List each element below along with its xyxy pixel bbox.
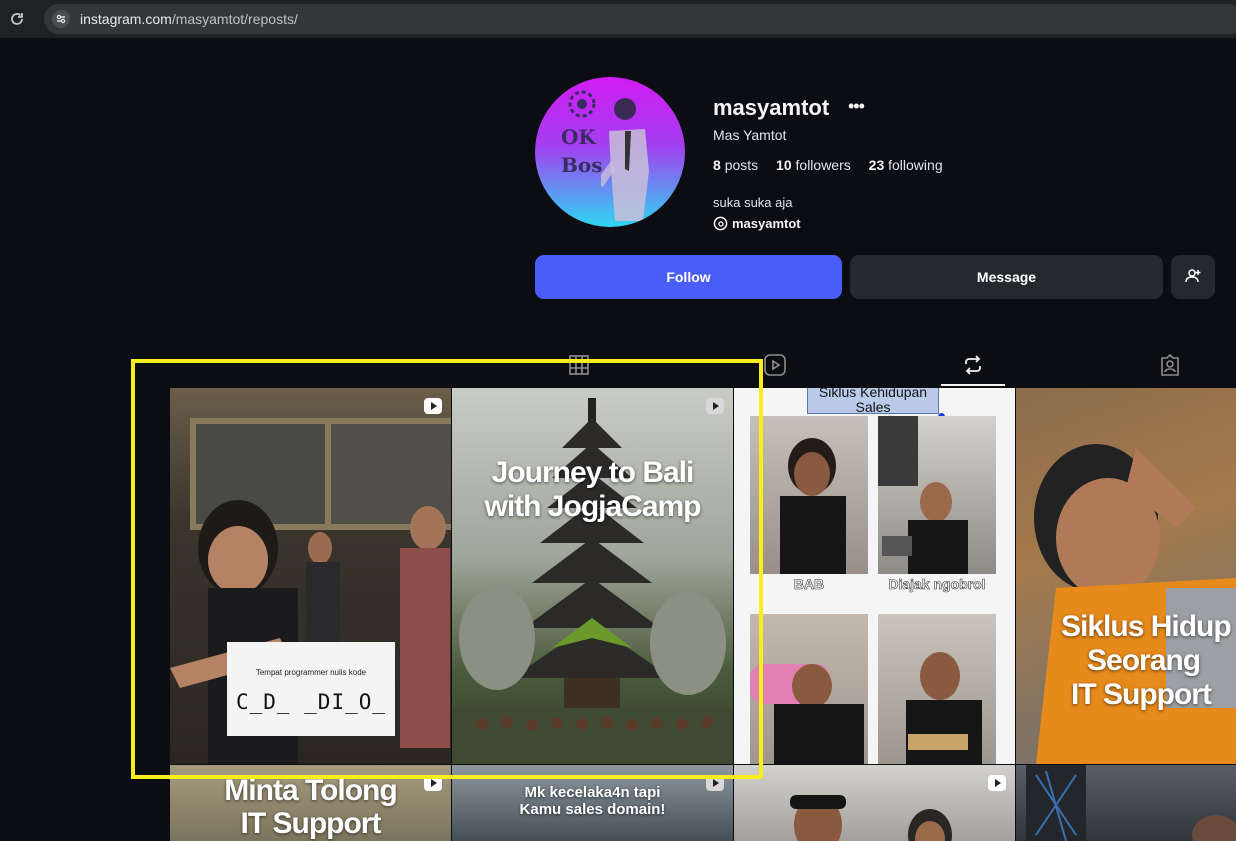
followers-stat[interactable]: 10 followers <box>776 157 851 173</box>
post-thumbnail-7[interactable] <box>734 765 1015 841</box>
url-path: /masyamtot/reposts/ <box>171 11 298 27</box>
post-thumbnail-4[interactable]: Siklus Hidup Seorang IT Support <box>1016 388 1236 764</box>
reel-indicator-icon <box>424 775 442 791</box>
post-thumbnail-3[interactable]: Siklus Kehidupan Sales BAB Diajak ngobro… <box>734 388 1015 764</box>
posts-grid: Tempat programmer nulis kode C_D_ _DI_O_ <box>170 388 1236 841</box>
message-button[interactable]: Message <box>850 255 1163 299</box>
photo-panel-2 <box>878 416 996 574</box>
post-title-line2: IT Support <box>240 807 382 840</box>
two-people-photo <box>790 795 952 841</box>
posts-count: 8 <box>713 157 721 173</box>
caption-big: C_D_ _DI_O_ <box>235 690 387 714</box>
reels-icon <box>764 354 786 376</box>
threads-handle: masyamtot <box>732 216 801 231</box>
avatar-text: OK Bos <box>561 123 603 179</box>
post-title: Siklus Hidup Seorang IT Support <box>1016 610 1236 712</box>
person-working <box>906 652 982 764</box>
photo-panel-1 <box>750 416 868 574</box>
reel-indicator-icon <box>706 398 724 414</box>
post-title-line2: with JogjaCamp <box>484 490 701 523</box>
threads-link[interactable]: masyamtot <box>713 216 801 231</box>
person-at-desk <box>878 416 968 574</box>
reel-indicator-icon <box>706 775 724 791</box>
post-thumbnail-8[interactable] <box>1016 765 1236 841</box>
post-title-line1: Journey to Bali <box>491 456 695 489</box>
person-lying <box>750 664 864 764</box>
reel-indicator-icon <box>988 775 1006 791</box>
tagged-person-icon <box>1161 354 1179 376</box>
post-thumbnail-6[interactable]: Mk kecelaka4n tapi Kamu sales domain! <box>452 765 733 841</box>
post-title: Mk kecelaka4n tapi Kamu sales domain! <box>452 784 733 818</box>
tab-tagged[interactable] <box>1157 350 1183 380</box>
avatar-person-figure <box>601 98 649 221</box>
slide-header: Siklus Kehidupan Sales <box>807 388 939 415</box>
following-label: following <box>888 157 943 173</box>
reload-icon[interactable] <box>9 11 25 27</box>
followers-count: 10 <box>776 157 792 173</box>
tab-reposts[interactable] <box>960 350 986 380</box>
post-title: Journey to Bali with JogjaCamp <box>452 456 733 524</box>
site-settings-icon[interactable] <box>52 10 70 28</box>
suggest-user-button[interactable] <box>1171 255 1215 299</box>
post-thumbnail-5[interactable]: Minta Tolong IT Support <box>170 765 451 841</box>
post-title-line2: Kamu sales domain! <box>519 801 666 818</box>
photo-panel-3 <box>750 614 868 764</box>
avatar-text-bos: Bos <box>561 153 603 177</box>
posts-stat: 8 posts <box>713 157 758 173</box>
person-on-phone <box>780 438 846 574</box>
browser-address-bar: instagram.com/masyamtot/reposts/ <box>0 0 1236 38</box>
repost-icon <box>965 355 981 375</box>
caption-small: Tempat programmer nulis kode <box>255 668 367 677</box>
tab-reels[interactable] <box>762 350 788 380</box>
post-title-line1: Minta Tolong <box>224 774 397 807</box>
profile-bio: suka suka aja <box>713 195 793 210</box>
post-title: Minta Tolong IT Support <box>170 774 451 840</box>
post-thumbnail-1[interactable]: Tempat programmer nulis kode C_D_ _DI_O_ <box>170 388 451 764</box>
add-person-icon <box>1185 268 1201 282</box>
follow-button[interactable]: Follow <box>535 255 842 299</box>
post-title-line2: Seorang <box>1087 644 1201 677</box>
avatar-text-ok: OK <box>561 125 596 149</box>
posts-label: posts <box>724 157 759 173</box>
gear-icon <box>568 90 596 118</box>
post-title-line1: Mk kecelaka4n tapi <box>524 784 661 801</box>
post-title-line3: IT Support <box>1071 678 1212 711</box>
followers-label: followers <box>795 157 851 173</box>
following-count: 23 <box>868 157 885 173</box>
photo-panel-4 <box>878 614 996 764</box>
post-thumbnail-2[interactable]: Journey to Bali with JogjaCamp <box>452 388 733 764</box>
caption-card: Tempat programmer nulis kode C_D_ _DI_O_ <box>227 642 395 736</box>
profile-avatar[interactable]: OK Bos <box>535 77 685 227</box>
profile-username: masyamtot <box>713 95 830 120</box>
post-title-line1: Siklus Hidup <box>1061 610 1232 643</box>
tab-posts[interactable] <box>566 350 592 380</box>
url-domain: instagram.com <box>80 11 172 27</box>
panel-label-1: BAB <box>793 576 825 593</box>
profile-stats: 8 posts 10 followers 23 following <box>713 157 957 173</box>
threads-icon <box>713 216 728 231</box>
server-rack-photo <box>1026 765 1236 841</box>
grid-icon <box>569 355 589 375</box>
panel-label-2: Diajak ngobrol <box>888 576 986 593</box>
following-stat[interactable]: 23 following <box>869 157 943 173</box>
pagoda-illustration <box>452 398 733 764</box>
profile-full-name: Mas Yamtot <box>713 127 787 143</box>
reel-indicator-icon <box>424 398 442 414</box>
url-text[interactable]: instagram.com/masyamtot/reposts/ <box>80 11 298 27</box>
more-options-icon[interactable]: ••• <box>848 96 865 117</box>
active-tab-indicator <box>941 384 1005 386</box>
